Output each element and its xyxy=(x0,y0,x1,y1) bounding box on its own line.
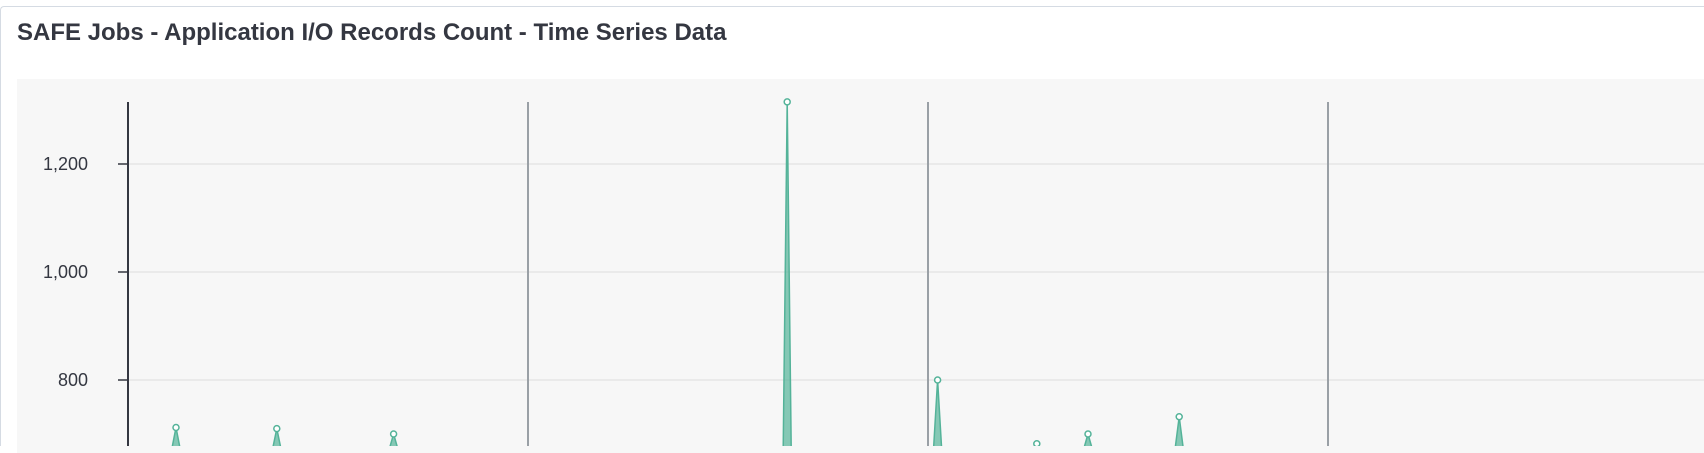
series-spike xyxy=(932,379,943,446)
y-tick-label: 1,200 xyxy=(43,154,88,174)
y-tick-label: 800 xyxy=(58,370,88,390)
data-point[interactable] xyxy=(1175,412,1183,421)
data-point[interactable] xyxy=(783,98,791,106)
data-point[interactable] xyxy=(273,424,281,433)
series-spike xyxy=(1174,416,1184,446)
series-spike xyxy=(782,101,792,446)
time-series-chart[interactable]: 1,200 1,000 800 xyxy=(0,0,1704,446)
data-point[interactable] xyxy=(1033,439,1041,446)
data-point[interactable] xyxy=(389,430,398,438)
data-point[interactable] xyxy=(933,376,942,384)
y-tick-label: 1,000 xyxy=(43,262,88,282)
data-point[interactable] xyxy=(1084,430,1092,438)
data-point[interactable] xyxy=(172,423,180,432)
